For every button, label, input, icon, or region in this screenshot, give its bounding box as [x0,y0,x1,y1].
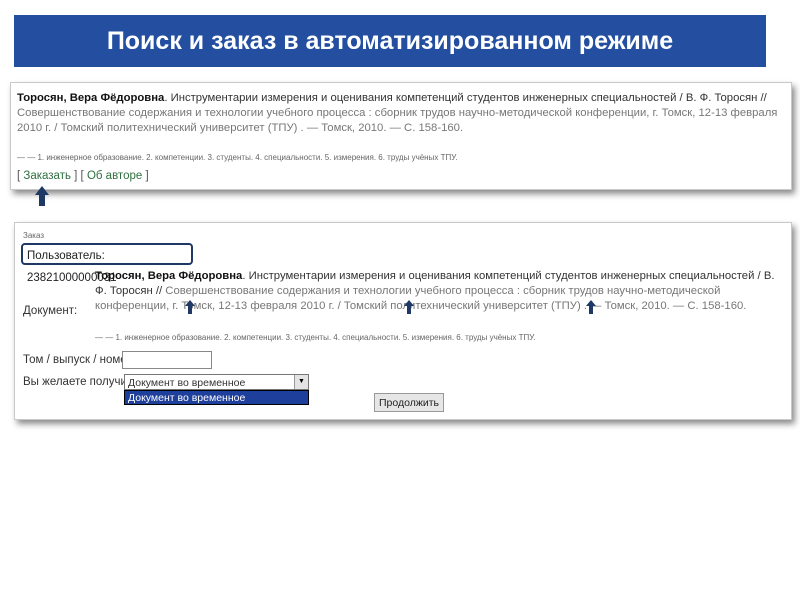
document-description: Торосян, Вера Фёдоровна. Инструментарии … [95,269,785,314]
arrow-up-icon [185,300,195,314]
dropdown-option[interactable]: Документ во временное пользование [124,390,309,419]
request-type-label: Вы желаете получить [23,376,139,388]
record-title: . Инструментарии измерения и оценивания … [164,92,767,104]
record-description: Торосян, Вера Фёдоровна. Инструментарии … [17,91,785,136]
record-author: Торосян, Вера Фёдоровна [17,92,165,104]
request-type-select[interactable]: Документ во временное пользование ▼ [124,374,309,405]
about-author-link[interactable]: Об авторе [87,170,142,182]
order-section-label: Заказ [23,231,44,240]
title-banner: Поиск и заказ в автоматизированном режим… [14,15,766,67]
volume-input[interactable] [122,351,212,369]
order-link[interactable]: Заказать [23,170,71,182]
arrow-up-icon [35,186,49,206]
record-source: Совершенствование содержания и технологи… [17,107,778,134]
volume-label: Том / выпуск / номер [23,354,134,366]
record-actions: [ Заказать ] [ Об авторе ] [17,170,149,182]
page-title: Поиск и заказ в автоматизированном режим… [106,27,674,55]
document-keywords: — — 1. инженерное образование. 2. компет… [95,333,536,342]
chevron-down-icon[interactable]: ▼ [294,375,308,389]
user-id-label: Пользователь: 23821000000031 [21,243,193,284]
document-author: Торосян, Вера Фёдоровна [95,270,243,282]
arrow-up-icon [404,300,414,314]
search-result-panel: Торосян, Вера Фёдоровна. Инструментарии … [10,82,792,190]
record-keywords: — — 1. инженерное образование. 2. компет… [17,153,458,162]
continue-button[interactable]: Продолжить [374,393,444,412]
document-label: Документ: [23,305,78,317]
order-form-panel: Заказ Пользователь: 23821000000031 Докум… [14,222,792,420]
arrow-up-icon [586,300,596,314]
